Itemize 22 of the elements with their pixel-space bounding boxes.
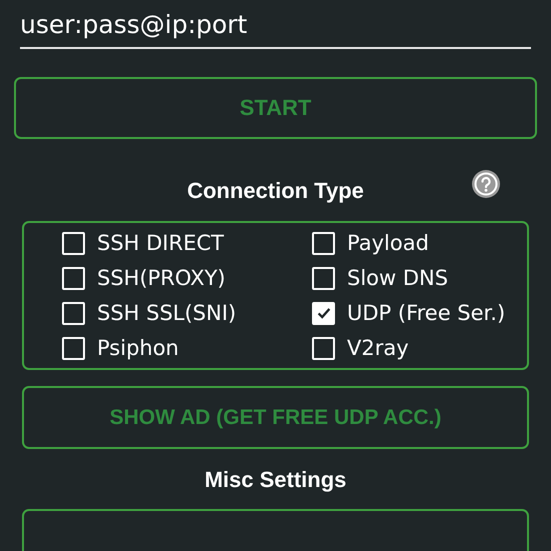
section-title: Connection Type [187, 178, 364, 204]
connection-option[interactable]: SSH SSL(SNI) [62, 301, 312, 325]
section-title: Misc Settings [204, 467, 346, 493]
connection-option[interactable]: V2ray [312, 336, 527, 360]
connection-option[interactable]: Payload [312, 231, 527, 255]
checkbox[interactable] [312, 336, 335, 360]
help-icon[interactable] [471, 169, 501, 199]
connection-option[interactable]: Slow DNS [312, 266, 527, 290]
checkbox[interactable] [62, 336, 85, 360]
checkbox[interactable] [312, 302, 335, 324]
connection-option[interactable]: SSH DIRECT [62, 231, 312, 255]
checkbox[interactable] [62, 266, 85, 290]
checkbox[interactable] [62, 232, 85, 254]
connection-option[interactable]: UDP (Free Ser.) [312, 301, 527, 325]
start-button[interactable]: START [14, 77, 537, 139]
checkbox[interactable] [312, 266, 335, 290]
server-input-field[interactable]: user:pass@ip:port [20, 6, 531, 49]
show-ad-button[interactable]: SHOW AD (GET FREE UDP ACC.) [22, 386, 529, 449]
checkbox[interactable] [312, 232, 335, 254]
connection-option[interactable]: SSH(PROXY) [62, 266, 312, 290]
checkbox[interactable] [62, 302, 85, 324]
connection-option[interactable]: Psiphon [62, 336, 312, 360]
